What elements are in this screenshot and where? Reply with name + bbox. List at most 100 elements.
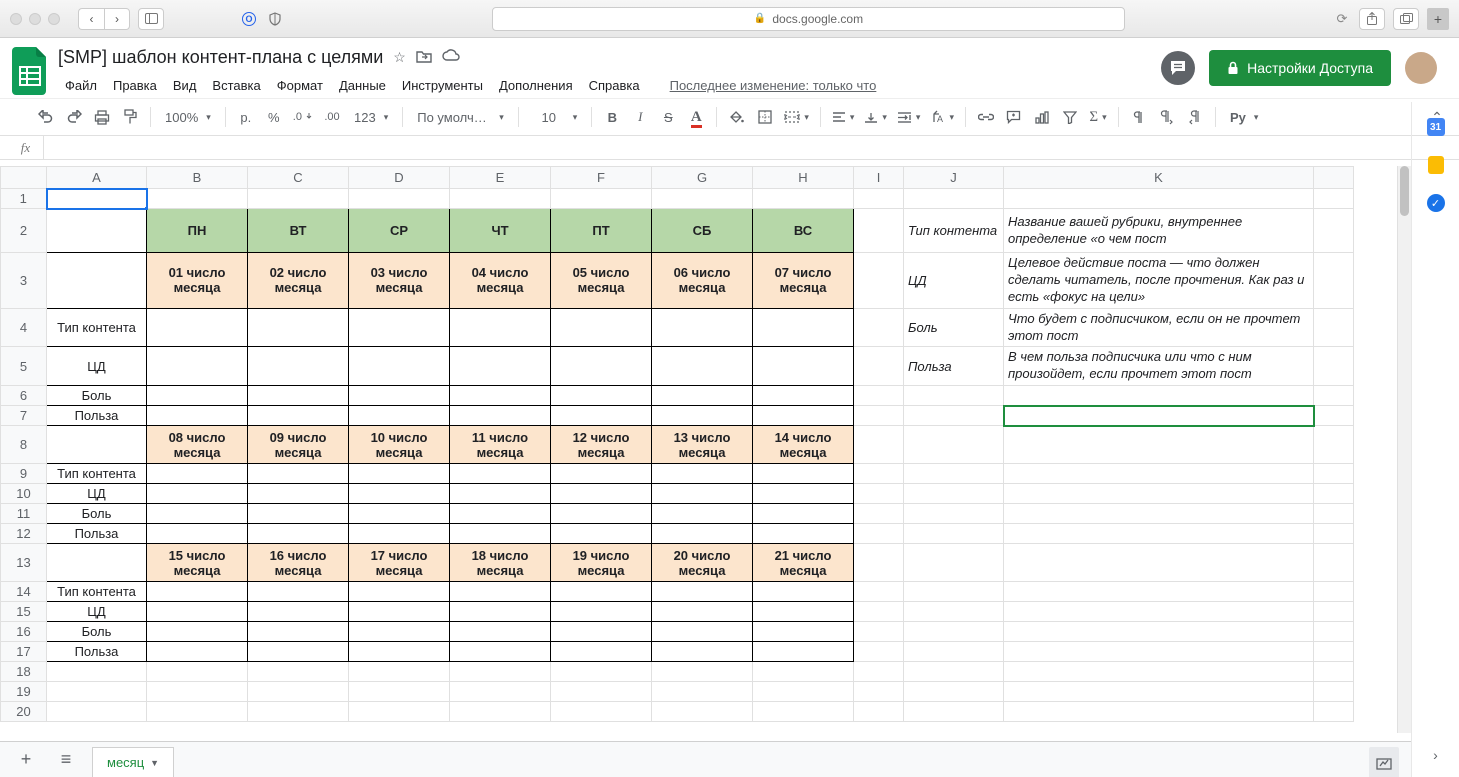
cloud-status-icon[interactable] [442,49,460,66]
cell[interactable] [652,682,753,702]
vertical-scrollbar[interactable] [1397,166,1411,733]
cell[interactable] [854,308,904,347]
cell[interactable] [349,602,450,622]
cell[interactable] [248,504,349,524]
cell[interactable] [652,464,753,484]
star-icon[interactable]: ☆ [393,49,406,66]
cell[interactable] [904,682,1004,702]
cell[interactable] [450,582,551,602]
comments-button[interactable] [1161,51,1195,85]
column-header[interactable]: F [551,167,652,189]
cell[interactable]: Польза [47,642,147,662]
cell[interactable] [47,662,147,682]
font-size-dropdown[interactable]: 10 [527,104,584,130]
column-header[interactable] [1314,167,1354,189]
cell[interactable] [753,682,854,702]
column-header[interactable]: B [147,167,248,189]
cell[interactable]: Тип контента [47,582,147,602]
cell[interactable] [652,484,753,504]
cell[interactable] [1314,484,1354,504]
cell[interactable] [652,308,753,347]
cell[interactable] [904,582,1004,602]
ltr-para-button[interactable] [1155,104,1179,130]
cell[interactable] [551,484,652,504]
cell[interactable] [753,702,854,722]
column-header[interactable]: C [248,167,349,189]
cell[interactable] [349,582,450,602]
cell[interactable]: Боль [47,386,147,406]
decrease-decimal-button[interactable]: .0 [290,104,316,130]
merge-cells-button[interactable] [781,104,812,130]
cell[interactable] [904,622,1004,642]
cell[interactable] [47,253,147,309]
cell[interactable] [854,209,904,253]
cell[interactable] [652,347,753,386]
bold-button[interactable]: B [600,104,624,130]
cell[interactable] [450,524,551,544]
cell[interactable] [551,504,652,524]
cell[interactable]: 04 число месяца [450,253,551,309]
menu-view[interactable]: Вид [166,74,204,97]
cell[interactable]: 14 число месяца [753,426,854,464]
cell[interactable] [753,308,854,347]
cell[interactable] [147,189,248,209]
cell[interactable]: ЧТ [450,209,551,253]
menu-insert[interactable]: Вставка [205,74,267,97]
cell[interactable] [753,662,854,682]
cell[interactable] [1004,602,1314,622]
cell[interactable] [147,347,248,386]
column-header[interactable]: D [349,167,450,189]
cell[interactable] [1004,484,1314,504]
cell[interactable] [248,682,349,702]
cell[interactable]: ВС [753,209,854,253]
column-header[interactable]: I [854,167,904,189]
text-wrap-button[interactable] [894,104,924,130]
cell[interactable] [652,642,753,662]
row-header[interactable]: 2 [1,209,47,253]
text-rotation-button[interactable]: A [927,104,957,130]
menu-file[interactable]: Файл [58,74,104,97]
cell[interactable] [248,386,349,406]
cell[interactable]: 10 число месяца [349,426,450,464]
cell[interactable] [349,642,450,662]
cell[interactable] [1314,524,1354,544]
cell[interactable]: Польза [47,406,147,426]
row-header[interactable]: 18 [1,662,47,682]
cell[interactable] [1004,642,1314,662]
cell[interactable] [904,406,1004,426]
cell[interactable] [450,386,551,406]
row-header[interactable]: 10 [1,484,47,504]
row-header[interactable]: 15 [1,602,47,622]
cell[interactable]: 03 число месяца [349,253,450,309]
row-header[interactable]: 12 [1,524,47,544]
fx-icon[interactable]: fx [8,136,44,159]
cell[interactable] [1004,386,1314,406]
cell[interactable] [652,406,753,426]
borders-button[interactable] [753,104,777,130]
cell[interactable] [349,347,450,386]
cell[interactable] [147,464,248,484]
cell[interactable] [349,189,450,209]
undo-button[interactable] [34,104,58,130]
cell[interactable] [1314,544,1354,582]
last-edit-link[interactable]: Последнее изменение: только что [663,74,884,97]
cell[interactable]: 17 число месяца [349,544,450,582]
minimize-window-icon[interactable] [29,13,41,25]
cell[interactable] [147,682,248,702]
cell[interactable] [854,622,904,642]
cell[interactable] [753,386,854,406]
cell[interactable] [248,622,349,642]
cell[interactable] [1004,464,1314,484]
cell[interactable] [854,582,904,602]
cell[interactable] [1314,682,1354,702]
vertical-align-button[interactable] [861,104,890,130]
cell[interactable] [349,702,450,722]
percent-button[interactable]: % [262,104,286,130]
cell[interactable] [904,702,1004,722]
cell[interactable] [450,702,551,722]
keep-icon[interactable] [1428,156,1444,174]
row-header[interactable]: 13 [1,544,47,582]
column-header[interactable]: H [753,167,854,189]
cell[interactable]: Польза [47,524,147,544]
cell[interactable] [450,662,551,682]
